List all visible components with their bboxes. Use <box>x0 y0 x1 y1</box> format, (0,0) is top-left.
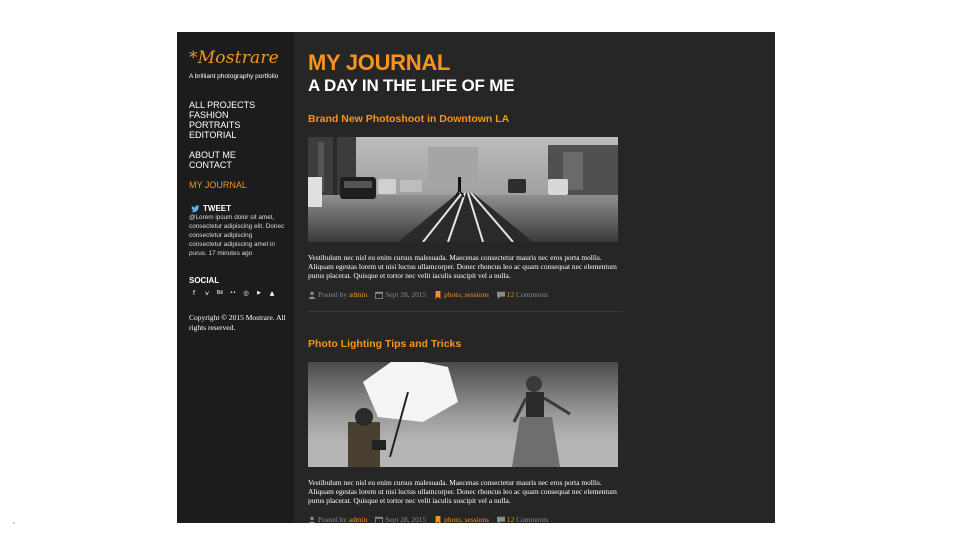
street-tram-tracks-photo <box>308 137 618 242</box>
user-icon <box>308 291 316 299</box>
post-author-link[interactable]: admin <box>349 515 367 523</box>
post-image[interactable] <box>308 362 618 467</box>
page-container: *Mostrare A brilliant photography portfo… <box>177 32 775 523</box>
behance-icon[interactable]: Bē <box>216 289 224 298</box>
umbrella-photoshoot-photo <box>308 362 618 467</box>
camera-icon[interactable]: ▶ <box>255 289 263 298</box>
calendar-icon <box>375 516 384 523</box>
page-title: MY JOURNAL <box>308 50 451 75</box>
sidebar: *Mostrare A brilliant photography portfo… <box>177 32 294 523</box>
journal-post: Brand New Photoshoot in Downtown LA Vest… <box>308 112 622 312</box>
comment-icon <box>496 516 505 523</box>
post-comments-count[interactable]: 12 <box>507 290 514 299</box>
page-subtitle: A DAY IN THE LIFE OF ME <box>308 76 515 95</box>
page-corner-dot <box>13 522 15 524</box>
social-icons: f v Bē •• ◎ ▶ ▲ <box>190 289 276 298</box>
nav-item-all-projects[interactable]: ALL PROJECTS <box>189 100 255 110</box>
dribbble-icon[interactable]: ◎ <box>242 289 250 298</box>
post-comments-label: Comments <box>516 290 549 299</box>
post-categories-link[interactable]: photo, sessions <box>444 290 489 299</box>
journal-main: MY JOURNAL A DAY IN THE LIFE OF ME Brand… <box>294 32 775 523</box>
posted-by-label: Posted by <box>318 290 347 299</box>
post-excerpt: Vestibulum nec nisl eu enim cursus males… <box>308 253 617 280</box>
post-categories-link[interactable]: photo, sessions <box>444 515 489 523</box>
post-excerpt: Vestibulum nec nisl eu enim cursus males… <box>308 478 617 505</box>
vimeo-icon[interactable]: v <box>203 289 211 298</box>
comment-icon <box>496 291 505 299</box>
post-meta: Posted by admin Sept 28, 2015 photo, ses… <box>308 515 618 523</box>
tweet-heading-label: TWEET <box>203 204 231 213</box>
500px-icon[interactable]: ▲ <box>268 289 276 298</box>
twitter-bird-icon <box>191 204 200 212</box>
post-comments-label: Comments <box>516 515 549 523</box>
post-comments-count[interactable]: 12 <box>507 515 514 523</box>
nav-item-my-journal[interactable]: MY JOURNAL <box>189 180 247 190</box>
flickr-icon[interactable]: •• <box>229 289 237 298</box>
post-meta: Posted by admin Sept 28, 2015 photo, ses… <box>308 290 618 299</box>
post-title[interactable]: Brand New Photoshoot in Downtown LA <box>308 112 618 126</box>
journal-post: Photo Lighting Tips and Tricks Vestibulu… <box>308 337 618 523</box>
site-tagline: A brilliant photography portfolio <box>189 73 279 80</box>
post-title[interactable]: Photo Lighting Tips and Tricks <box>308 337 618 351</box>
nav-item-editorial[interactable]: EDITORIAL <box>189 130 255 140</box>
calendar-icon <box>375 291 384 299</box>
nav-info: ABOUT ME CONTACT <box>189 150 236 170</box>
user-icon <box>308 516 316 523</box>
social-heading: SOCIAL <box>189 276 220 285</box>
site-logo[interactable]: *Mostrare <box>189 48 279 68</box>
post-author-link[interactable]: admin <box>349 290 367 299</box>
nav-item-fashion[interactable]: FASHION <box>189 110 255 120</box>
nav-item-contact[interactable]: CONTACT <box>189 160 236 170</box>
nav-item-portraits[interactable]: PORTRAITS <box>189 120 255 130</box>
tweet-text: @Lorem ipsum dolor sit amet, consectetur… <box>189 214 285 257</box>
nav-portfolio: ALL PROJECTS FASHION PORTRAITS EDITORIAL <box>189 100 255 140</box>
post-date: Sept 28, 2015 <box>385 290 427 299</box>
post-image[interactable] <box>308 137 618 242</box>
nav-item-about-me[interactable]: ABOUT ME <box>189 150 236 160</box>
post-divider <box>308 311 622 312</box>
copyright-text: Copyright © 2015 Mostrare. All rights re… <box>189 313 286 332</box>
nav-journal: MY JOURNAL <box>189 180 247 190</box>
facebook-icon[interactable]: f <box>190 289 198 298</box>
posted-by-label: Posted by <box>318 515 347 523</box>
post-date: Sept 28, 2015 <box>385 515 427 523</box>
tweet-heading: TWEET <box>191 204 231 213</box>
bookmark-icon <box>435 515 441 523</box>
bookmark-icon <box>435 290 441 299</box>
